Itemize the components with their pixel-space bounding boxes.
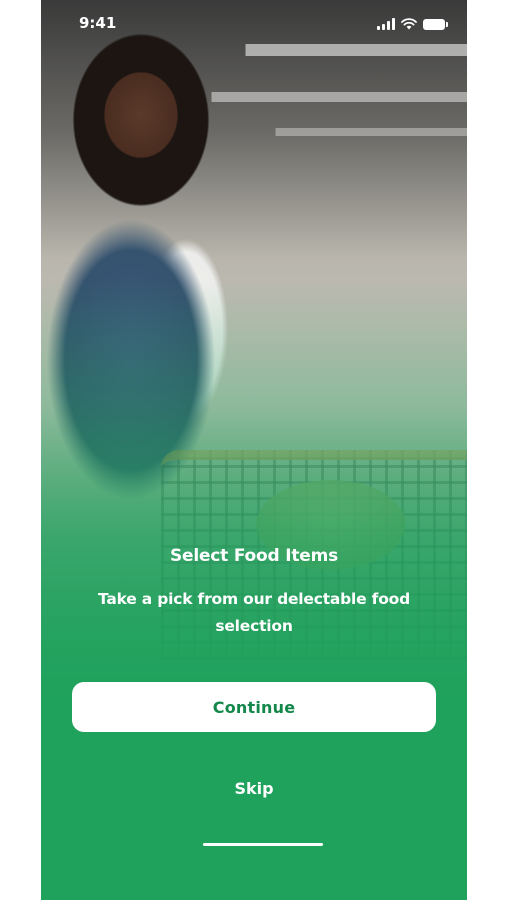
cellular-signal-icon: [377, 18, 395, 30]
onboarding-title: Select Food Items: [169, 546, 339, 566]
battery-icon: [423, 19, 448, 30]
status-time: 9:41: [79, 14, 117, 32]
home-indicator[interactable]: [203, 843, 323, 846]
onboarding-screen: 9:41 Select Food Items Take a pick from …: [41, 0, 467, 900]
status-icons: [377, 16, 448, 30]
skip-button[interactable]: Skip: [204, 772, 304, 804]
status-bar: 9:41: [41, 0, 467, 48]
wifi-icon: [401, 18, 417, 30]
continue-button[interactable]: Continue: [72, 682, 436, 732]
onboarding-subtitle: Take a pick from our delectable food sel…: [97, 590, 411, 635]
